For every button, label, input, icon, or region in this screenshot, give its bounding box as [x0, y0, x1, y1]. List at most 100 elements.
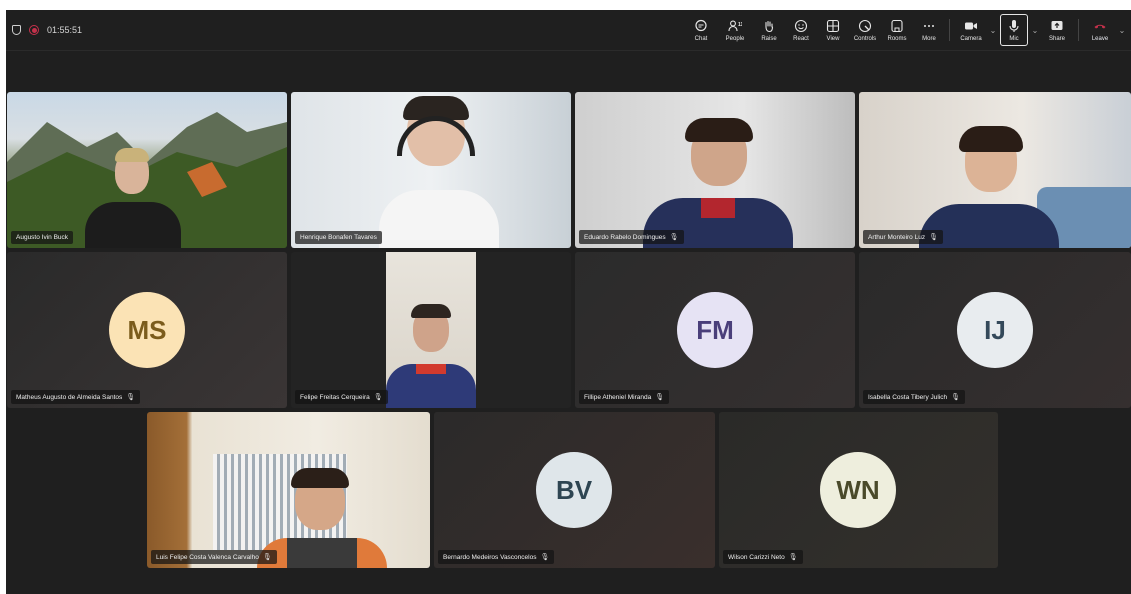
participant-name: Arthur Monteiro Luz: [868, 233, 926, 241]
participant-tile[interactable]: MS Matheus Augusto de Almeida Santos 🎙: [7, 252, 287, 408]
view-button[interactable]: View: [817, 10, 849, 50]
recording-icon: [29, 25, 39, 35]
participant-video: [643, 114, 793, 248]
participant-nameplate: Eduardo Rabelo Domingues 🎙: [579, 230, 684, 244]
participant-video: [386, 252, 476, 408]
mic-muted-icon: 🎙: [929, 234, 938, 241]
participant-video: [379, 96, 499, 248]
mic-label: Mic: [1009, 35, 1019, 42]
meeting-toolbar: 01:55:51 Chat 11 People Raise React View: [6, 10, 1131, 51]
view-icon: [826, 19, 840, 32]
mic-muted-icon: 🎙: [262, 554, 272, 561]
participant-nameplate: Luis Felipe Costa Valenca Carvalho 🎙: [151, 550, 277, 564]
camera-icon: [965, 22, 977, 29]
mic-muted-icon: 🎙: [669, 234, 679, 241]
mic-button[interactable]: Mic: [1000, 14, 1028, 46]
avatar-initials: WN: [836, 474, 880, 505]
phone-hangup-icon: [1094, 24, 1106, 28]
participant-name: Luis Felipe Costa Valenca Carvalho: [156, 553, 259, 561]
raise-label: Raise: [761, 35, 777, 42]
avatar-initials: IJ: [984, 314, 1006, 345]
people-icon: 11: [728, 20, 742, 31]
chat-icon: [695, 19, 707, 31]
chat-label: Chat: [694, 35, 708, 42]
participant-name: Wilson Carizzi Neto: [728, 553, 785, 561]
meeting-timer: 01:55:51: [47, 25, 83, 35]
participant-avatar: MS: [109, 292, 185, 368]
participant-tile[interactable]: IJ Isabella Costa Tibery Julich 🎙: [859, 252, 1131, 408]
participant-tile[interactable]: BV Bernardo Medeiros Vasconcelos 🎙: [434, 412, 715, 568]
participant-avatar: IJ: [957, 292, 1033, 368]
view-label: View: [826, 35, 840, 42]
toolbar-divider-2: [1078, 19, 1079, 41]
share-icon: [1051, 20, 1063, 30]
participant-name: Felipe Freitas Cerqueira: [300, 393, 370, 401]
participant-name: Eduardo Rabelo Domingues: [584, 233, 666, 241]
participant-tile[interactable]: Luis Felipe Costa Valenca Carvalho 🎙: [147, 412, 430, 568]
mic-icon: [1009, 19, 1019, 32]
rooms-icon: [891, 19, 903, 32]
participant-video: [85, 148, 181, 248]
more-button[interactable]: More: [913, 10, 945, 50]
people-label: People: [725, 35, 745, 42]
leave-label: Leave: [1091, 35, 1109, 42]
mic-muted-icon: 🎙: [540, 554, 550, 561]
shield-icon: [12, 25, 21, 35]
react-label: React: [793, 35, 809, 42]
avatar-initials: BV: [555, 474, 593, 505]
participant-avatar: FM: [677, 292, 753, 368]
share-button[interactable]: Share: [1040, 10, 1074, 50]
participant-nameplate: Felipe Freitas Cerqueira 🎙: [295, 390, 388, 404]
raise-hand-icon: [765, 20, 774, 32]
chat-button[interactable]: Chat: [685, 10, 717, 50]
participant-tile[interactable]: WN Wilson Carizzi Neto 🎙: [719, 412, 998, 568]
participant-name: Bernardo Medeiros Vasconcelos: [443, 553, 537, 561]
more-label: More: [922, 35, 936, 42]
participant-tile[interactable]: Arthur Monteiro Luz 🎙: [859, 92, 1131, 248]
participant-name: Fillipe Atheniel Miranda: [584, 393, 652, 401]
people-count-badge: 11: [738, 22, 742, 28]
mic-muted-icon: 🎙: [126, 394, 136, 401]
participant-name: Isabella Costa Tibery Julich: [868, 393, 948, 401]
participant-tile[interactable]: FM Fillipe Atheniel Miranda 🎙: [575, 252, 855, 408]
participant-tile[interactable]: Henrique Bonafen Tavares: [291, 92, 571, 248]
participant-name: Augusto Ivin Buck: [16, 234, 69, 241]
mic-options-chevron-icon[interactable]: ⌄: [1030, 10, 1040, 50]
react-button[interactable]: React: [785, 10, 817, 50]
participant-tile[interactable]: Eduardo Rabelo Domingues 🎙: [575, 92, 855, 248]
participant-nameplate: Arthur Monteiro Luz 🎙: [863, 230, 943, 244]
avatar-initials: FM: [696, 314, 734, 345]
participant-avatar: WN: [820, 452, 896, 528]
leave-button[interactable]: Leave: [1083, 10, 1117, 50]
participant-nameplate: Henrique Bonafen Tavares: [295, 231, 382, 244]
avatar-initials: MS: [127, 314, 167, 345]
leave-options-chevron-icon[interactable]: ⌄: [1117, 10, 1127, 50]
controls-button[interactable]: Controls: [849, 10, 881, 50]
mic-muted-icon: 🎙: [655, 394, 665, 401]
participant-tile[interactable]: Augusto Ivin Buck: [7, 92, 287, 248]
camera-label: Camera: [960, 35, 982, 42]
participant-nameplate: Fillipe Atheniel Miranda 🎙: [579, 390, 670, 404]
controls-icon: [858, 19, 872, 32]
mic-muted-icon: 🎙: [373, 394, 383, 401]
rooms-button[interactable]: Rooms: [881, 10, 913, 50]
participant-tile[interactable]: Felipe Freitas Cerqueira 🎙: [291, 252, 571, 408]
camera-options-chevron-icon[interactable]: ⌄: [988, 10, 998, 50]
meeting-window: 01:55:51 Chat 11 People Raise React View: [6, 10, 1131, 594]
participant-nameplate: Wilson Carizzi Neto 🎙: [723, 550, 803, 564]
controls-label: Controls: [853, 35, 877, 42]
participant-nameplate: Augusto Ivin Buck: [11, 231, 74, 244]
participant-nameplate: Bernardo Medeiros Vasconcelos 🎙: [438, 550, 555, 564]
raise-hand-button[interactable]: Raise: [753, 10, 785, 50]
rooms-label: Rooms: [887, 35, 907, 42]
more-icon: [924, 24, 934, 27]
participant-name: Henrique Bonafen Tavares: [300, 234, 377, 241]
participant-avatar: BV: [536, 452, 612, 528]
participant-nameplate: Isabella Costa Tibery Julich 🎙: [863, 390, 966, 404]
react-icon: [794, 19, 808, 32]
people-button[interactable]: 11 People: [717, 10, 753, 50]
participant-nameplate: Matheus Augusto de Almeida Santos 🎙: [11, 390, 141, 404]
participant-name: Matheus Augusto de Almeida Santos: [16, 393, 123, 401]
camera-button[interactable]: Camera: [954, 10, 988, 50]
share-label: Share: [1048, 35, 1065, 42]
